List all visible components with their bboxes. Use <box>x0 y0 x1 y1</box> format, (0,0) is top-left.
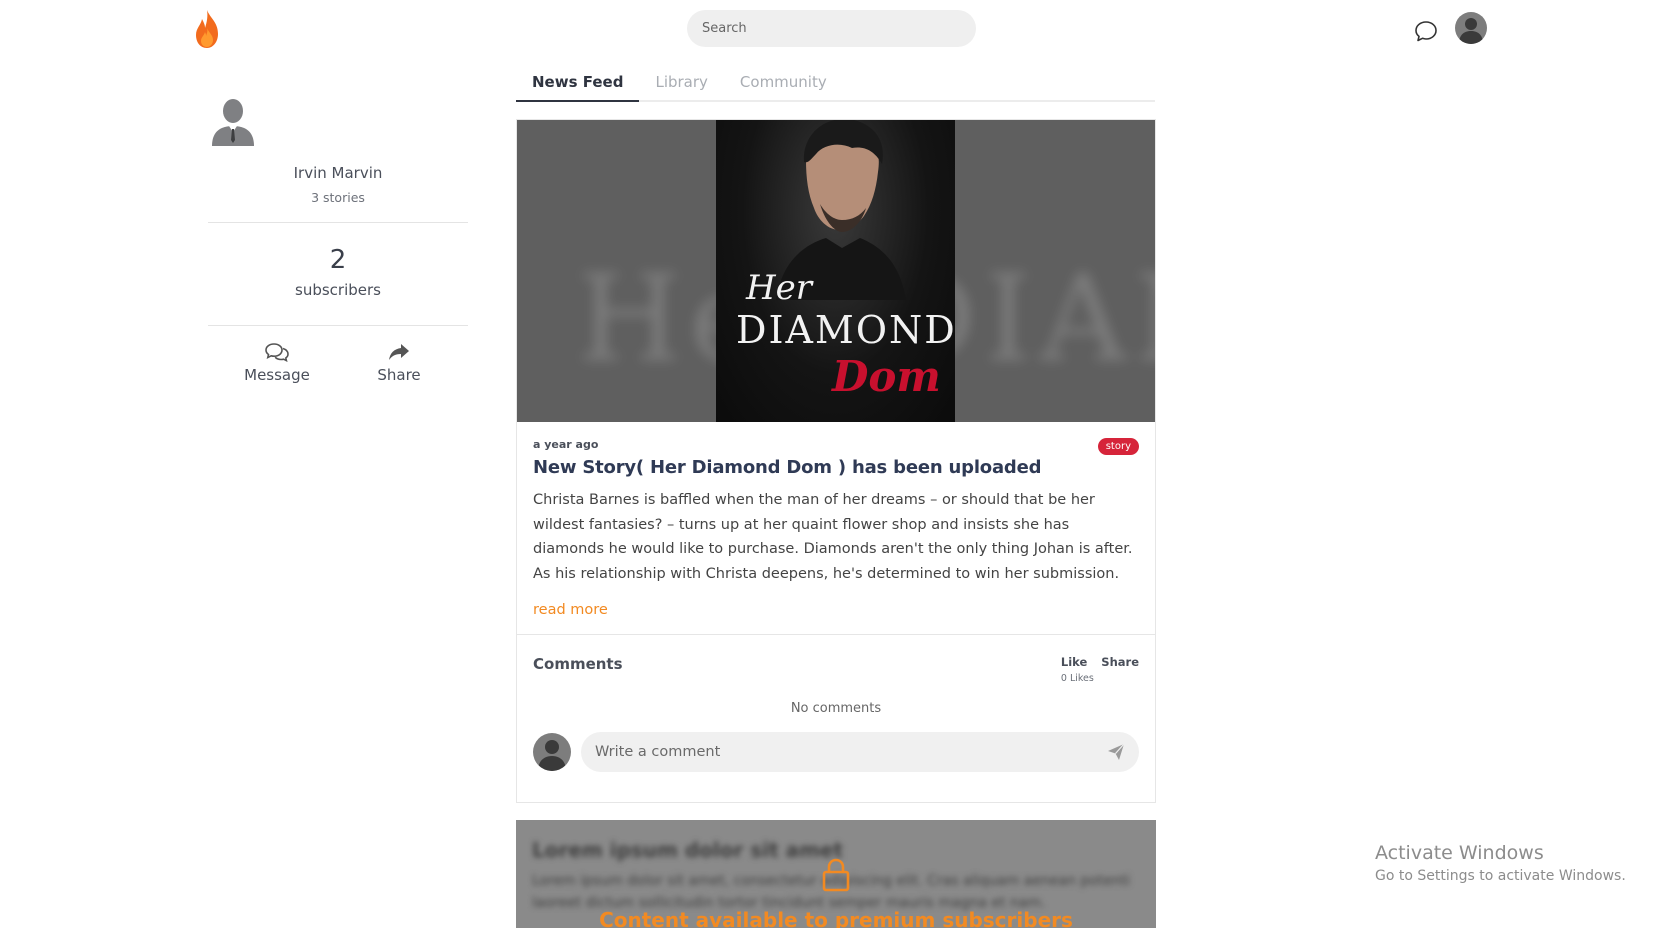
read-more-link[interactable]: read more <box>533 602 608 618</box>
like-share-group: Like Share 0 Likes <box>1061 655 1139 684</box>
tab-news-feed[interactable]: News Feed <box>516 64 640 102</box>
profile-avatar-icon <box>212 99 254 146</box>
profile-stories-count: 3 stories <box>311 190 365 205</box>
user-avatar[interactable] <box>1455 12 1487 44</box>
share-label: Share <box>377 366 421 384</box>
flame-logo-icon[interactable] <box>192 8 222 50</box>
commenter-avatar <box>533 733 571 771</box>
user-silhouette-icon <box>538 740 566 771</box>
share-post-button[interactable]: Share <box>1101 655 1139 669</box>
chat-bubbles-icon <box>265 343 289 362</box>
locked-post-card[interactable]: Lorem ipsum dolor sit amet Lorem ipsum d… <box>516 820 1156 928</box>
search-bar[interactable] <box>687 10 976 47</box>
comment-box[interactable] <box>581 732 1139 772</box>
post-cover[interactable]: Her DIAMOND Her DIAMOND Dom <box>517 120 1155 422</box>
tab-library[interactable]: Library <box>639 64 723 100</box>
feed-tabs: News Feed Library Community <box>516 64 1155 102</box>
cover-title-diamond: DIAMOND <box>736 308 955 352</box>
windows-activation-watermark: Activate Windows Go to Settings to activ… <box>1375 842 1626 884</box>
profile-name: Irvin Marvin <box>293 164 383 182</box>
divider <box>208 222 468 223</box>
lock-icon <box>822 858 850 892</box>
subscribers-label: subscribers <box>295 281 381 299</box>
user-silhouette-icon <box>1459 18 1483 44</box>
profile-panel: Irvin Marvin 3 stories 2 subscribers Mes… <box>208 96 468 384</box>
search-input[interactable] <box>702 21 961 36</box>
message-button[interactable]: Message <box>227 342 327 384</box>
premium-message: Content available to premium subscribers <box>599 908 1073 928</box>
comments-section: Comments Like Share 0 Likes No comments <box>517 635 1155 772</box>
watermark-title: Activate Windows <box>1375 842 1544 864</box>
no-comments-text: No comments <box>790 701 882 716</box>
watermark-subtitle: Go to Settings to activate Windows. <box>1375 868 1626 884</box>
cover-title-her: Her <box>746 268 813 308</box>
cover-title-dom: Dom <box>832 352 941 401</box>
tab-community[interactable]: Community <box>724 64 843 100</box>
post-description: Christa Barnes is baffled when the man o… <box>533 492 1133 582</box>
likes-count: 0 Likes <box>1060 673 1094 684</box>
message-label: Message <box>244 366 310 384</box>
comment-input[interactable] <box>595 744 1107 760</box>
subscribers-count: 2 <box>329 245 347 275</box>
post-title[interactable]: New Story( Her Diamond Dom ) has been up… <box>533 457 1139 478</box>
post-card: Her DIAMOND Her DIAMOND Dom a year ago s… <box>516 119 1156 803</box>
like-button[interactable]: Like <box>1061 655 1087 669</box>
post-timestamp: a year ago <box>533 438 599 451</box>
comments-title: Comments <box>533 655 623 673</box>
chat-bubble-icon[interactable] <box>1413 18 1439 44</box>
story-badge: story <box>1097 438 1139 455</box>
book-cover-image: Her DIAMOND Dom <box>716 120 955 422</box>
divider <box>208 325 468 326</box>
share-arrow-icon <box>389 344 409 360</box>
share-profile-button[interactable]: Share <box>349 342 449 384</box>
send-icon[interactable] <box>1107 743 1125 761</box>
